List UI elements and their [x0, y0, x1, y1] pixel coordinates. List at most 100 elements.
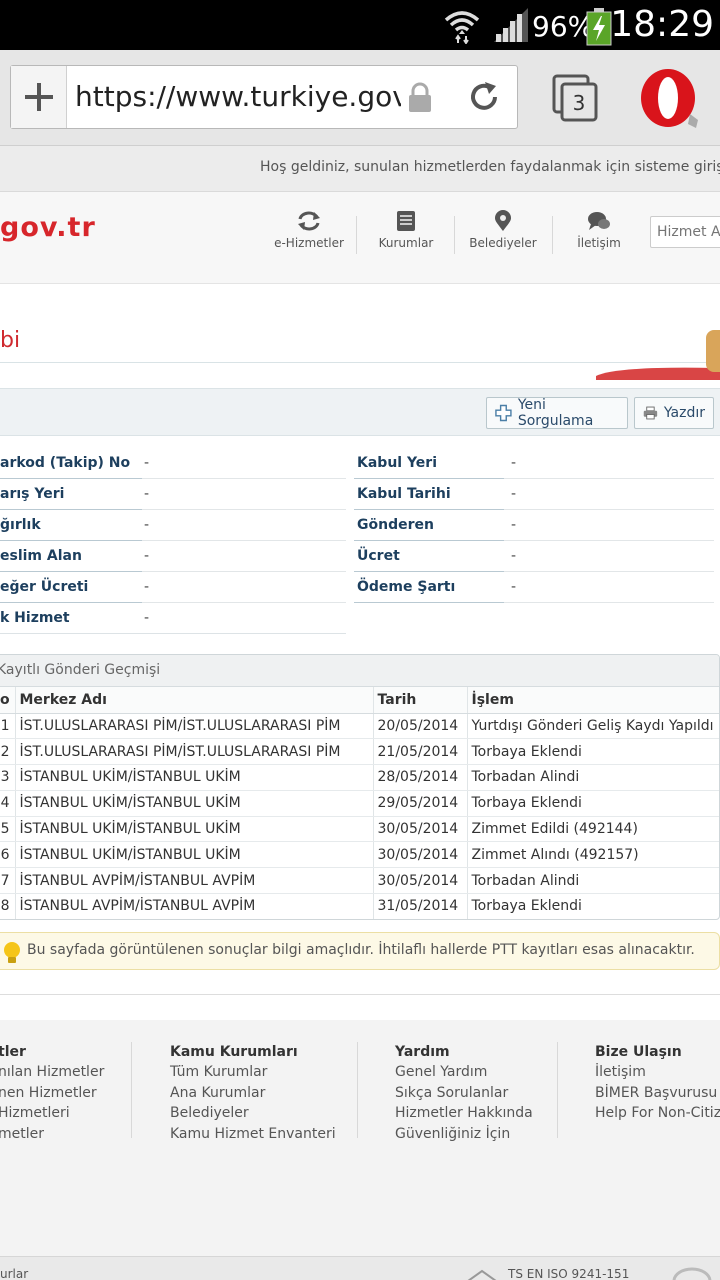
detail-label: arkod (Takip) No	[0, 455, 131, 471]
chat-bubbles-icon	[588, 212, 610, 230]
history-center: İSTANBUL AVPİM/İSTANBUL AVPİM	[15, 867, 374, 895]
footer-link[interactable]: nen Hizmetler	[0, 1083, 104, 1104]
history-action: Torbaya Eklendi	[467, 790, 719, 817]
detail-row: k Hizmet -	[0, 603, 346, 634]
history-row: 4 İSTANBUL UKİM/İSTANBUL UKİM 29/05/2014 To…	[0, 790, 719, 817]
url-text[interactable]: https://www.turkiye.gov.tr	[75, 80, 401, 116]
detail-value: -	[144, 610, 150, 626]
history-center: İSTANBUL UKİM/İSTANBUL UKİM	[15, 764, 374, 791]
detail-value: -	[511, 517, 517, 533]
site-footer: tler nılan Hizmetler nen Hizmetler Hizmetle…	[0, 1020, 720, 1256]
footer-link[interactable]: İletişim	[595, 1062, 720, 1083]
history-date: 31/05/2014	[373, 893, 468, 919]
footer-link[interactable]: Hizmetler Hakkında	[395, 1103, 533, 1124]
detail-label: ğırlık	[0, 517, 41, 533]
history-date: 30/05/2014	[373, 816, 468, 843]
nav-divider	[356, 216, 357, 254]
footer-heading: Bize Ulaşın	[595, 1044, 682, 1060]
nav-e-hizmetler[interactable]: e-Hizmetler	[264, 210, 354, 250]
footer-link[interactable]: nılan Hizmetler	[0, 1062, 104, 1083]
notice-text: Bu sayfada görüntülenen sonuçlar bilgi a…	[27, 942, 695, 958]
footer-divider	[0, 994, 720, 995]
detail-value: -	[511, 455, 517, 471]
detail-label: Kabul Tarihi	[357, 486, 451, 502]
history-center: İSTANBUL UKİM/İSTANBUL UKİM	[15, 816, 374, 843]
footer-heading: Kamu Kurumları	[170, 1044, 298, 1060]
nav-label-belediyeler: Belediyeler	[469, 236, 537, 250]
battery-percent: 96%	[532, 10, 595, 43]
opera-menu-icon[interactable]	[638, 68, 700, 130]
detail-row: ğırlık -	[0, 510, 346, 541]
history-row: 6 İSTANBUL UKİM/İSTANBUL UKİM 30/05/2014 Zi…	[0, 841, 719, 869]
address-bar[interactable]: https://www.turkiye.gov.tr	[10, 65, 518, 129]
row-divider	[142, 509, 346, 510]
footer-link[interactable]: Belediyeler	[170, 1103, 336, 1124]
print-button[interactable]: Yazdır	[634, 397, 714, 429]
detail-label: eslim Alan	[0, 548, 82, 564]
detail-label: Ödeme Şartı	[357, 579, 456, 595]
history-no: 6	[0, 841, 16, 869]
detail-label: eğer Ücreti	[0, 579, 89, 595]
col-center: Merkez Adı	[15, 687, 374, 714]
lightbulb-icon	[4, 942, 20, 963]
page-root: 96% 18:29 https://www.turkiye.gov.tr	[0, 0, 720, 1280]
history-action: Torbaya Eklendi	[467, 738, 719, 766]
house-icon	[467, 1269, 497, 1280]
col-action: İşlem	[467, 687, 719, 714]
history-center: İSTANBUL AVPİM/İSTANBUL AVPİM	[15, 893, 374, 919]
history-no: 2	[0, 738, 16, 766]
nav-divider	[454, 216, 455, 254]
reload-icon[interactable]	[467, 80, 501, 114]
plus-icon	[495, 404, 512, 422]
action-toolbar: Yeni Sorgulama Yazdır	[0, 388, 720, 436]
map-pin-icon	[495, 210, 511, 231]
detail-row: eslim Alan -	[0, 541, 346, 572]
new-tab-button[interactable]	[11, 66, 67, 128]
nav-label-e-hizmetler: e-Hizmetler	[274, 236, 344, 250]
service-search-input[interactable]	[650, 216, 720, 248]
history-date: 21/05/2014	[373, 738, 468, 766]
history-date: 20/05/2014	[373, 713, 468, 740]
history-center: İSTANBUL UKİM/İSTANBUL UKİM	[15, 790, 374, 817]
battery-icon	[586, 8, 612, 46]
footer-column: Kamu Kurumları Tüm Kurumlar Ana Kurumlar Be…	[170, 1042, 336, 1145]
clock: 18:29	[610, 4, 714, 45]
footer-link[interactable]: Sıkça Sorulanlar	[395, 1083, 533, 1104]
new-query-button[interactable]: Yeni Sorgulama	[486, 397, 628, 429]
site-logo[interactable]: gov.tr	[0, 212, 96, 243]
status-bar: 96% 18:29	[0, 0, 720, 50]
history-title: Kayıtlı Gönderi Geçmişi	[0, 655, 719, 687]
printer-icon	[643, 406, 658, 420]
detail-row: arış Yeri -	[0, 479, 346, 510]
footer-link[interactable]: Help For Non-Citizens	[595, 1103, 720, 1124]
detail-label: Gönderen	[357, 517, 434, 533]
footer-link[interactable]: Genel Yardım	[395, 1062, 533, 1083]
history-no: 4	[0, 790, 16, 817]
signal-icons	[444, 8, 530, 48]
footer-link[interactable]: Güvenliğiniz İçin	[395, 1124, 533, 1145]
footer-link[interactable]: Kamu Hizmet Envanteri	[170, 1124, 336, 1145]
tabs-icon[interactable]: 3	[552, 74, 600, 122]
footer-link[interactable]: metler	[0, 1124, 104, 1145]
history-row: 1 İST.ULUSLARARASI PİM/İST.ULUSLARARASI P…	[0, 713, 719, 740]
detail-value: -	[144, 455, 150, 471]
history-row: 8 İSTANBUL AVPİM/İSTANBUL AVPİM 31/05/2014…	[0, 893, 719, 919]
history-center: İST.ULUSLARARASI PİM/İST.ULUSLARARASI Pİ…	[15, 713, 374, 740]
footer-link[interactable]: Ana Kurumlar	[170, 1083, 336, 1104]
detail-value: -	[144, 579, 150, 595]
history-date: 30/05/2014	[373, 841, 468, 869]
nav-kurumlar[interactable]: Kurumlar	[361, 210, 451, 250]
footer-link[interactable]: BİMER Başvurusu	[595, 1083, 720, 1104]
detail-row: Gönderen -	[354, 510, 714, 541]
nav-belediyeler[interactable]: Belediyeler	[458, 210, 548, 250]
history-row: 5 İSTANBUL UKİM/İSTANBUL UKİM 30/05/2014 Zi…	[0, 816, 719, 843]
footer-divider	[357, 1042, 358, 1138]
footer-link[interactable]: Tüm Kurumlar	[170, 1062, 336, 1083]
detail-label: Ücret	[357, 548, 400, 564]
footer-column: Yardım Genel Yardım Sıkça Sorulanlar Hizmet…	[395, 1042, 533, 1145]
history-center: İSTANBUL UKİM/İSTANBUL UKİM	[15, 841, 374, 869]
nav-iletisim[interactable]: İletişim	[554, 210, 644, 250]
history-action: Zimmet Alındı (492157)	[467, 841, 719, 869]
footer-link[interactable]: Hizmetleri	[0, 1103, 104, 1124]
history-row: 7 İSTANBUL AVPİM/İSTANBUL AVPİM 30/05/2014…	[0, 867, 719, 895]
